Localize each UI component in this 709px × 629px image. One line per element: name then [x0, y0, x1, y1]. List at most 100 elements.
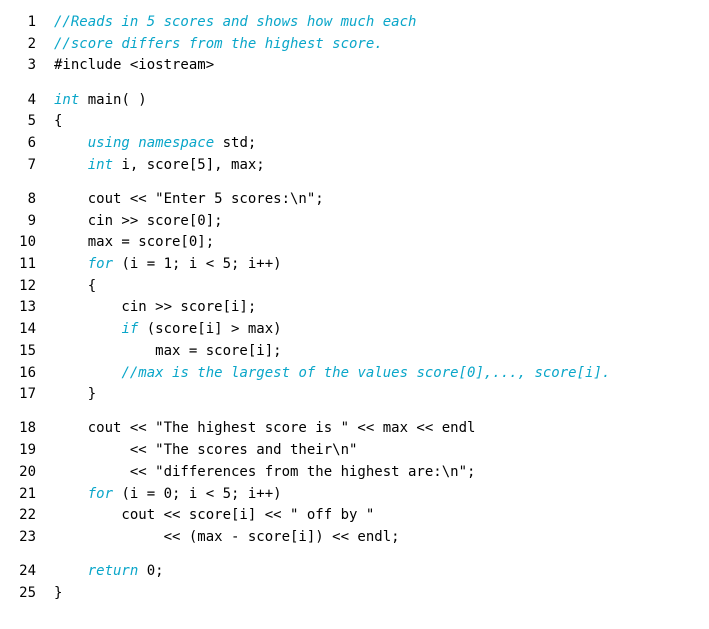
code-line: 14 if (score[i] > max) [8, 319, 701, 341]
code-text: { [54, 278, 96, 294]
code-content: max = score[i]; [54, 341, 282, 363]
code-line: 21 for (i = 0; i < 5; i++) [8, 484, 701, 506]
code-line: 22 cout << score[i] << " off by " [8, 505, 701, 527]
line-number: 1 [8, 12, 54, 34]
code-line: 2//score differs from the highest score. [8, 34, 701, 56]
line-number: 23 [8, 527, 54, 549]
keyword: int [88, 157, 113, 173]
keyword: if [121, 321, 138, 337]
code-line: 7 int i, score[5], max; [8, 155, 701, 177]
code-text: << (max - score[i]) << endl; [54, 529, 400, 545]
code-line: 4int main( ) [8, 90, 701, 112]
line-number: 12 [8, 276, 54, 298]
code-text: #include <iostream> [54, 57, 214, 73]
code-content: cout << score[i] << " off by " [54, 505, 374, 527]
code-text: (i = 0; i < 5; i++) [113, 486, 282, 502]
code-text [54, 563, 88, 579]
line-number: 6 [8, 133, 54, 155]
code-text: } [54, 585, 62, 601]
code-content: //Reads in 5 scores and shows how much e… [54, 12, 416, 34]
code-line: 8 cout << "Enter 5 scores:\n"; [8, 189, 701, 211]
line-number: 5 [8, 111, 54, 133]
code-text: } [54, 386, 96, 402]
code-listing: 1//Reads in 5 scores and shows how much … [8, 12, 701, 605]
code-line: 15 max = score[i]; [8, 341, 701, 363]
line-number: 16 [8, 363, 54, 385]
code-content: using namespace std; [54, 133, 256, 155]
code-content: << "The scores and their\n" [54, 440, 357, 462]
code-text: main( ) [79, 92, 146, 108]
comment: //Reads in 5 scores and shows how much e… [54, 14, 416, 30]
code-line: 9 cin >> score[0]; [8, 211, 701, 233]
line-number: 14 [8, 319, 54, 341]
line-number: 17 [8, 384, 54, 406]
code-content: return 0; [54, 561, 164, 583]
code-text [54, 256, 88, 272]
code-text: cin >> score[i]; [54, 299, 256, 315]
code-content: { [54, 276, 96, 298]
code-content: } [54, 384, 96, 406]
line-number: 7 [8, 155, 54, 177]
line-number: 24 [8, 561, 54, 583]
line-number: 2 [8, 34, 54, 56]
code-text: cout << score[i] << " off by " [54, 507, 374, 523]
line-number: 9 [8, 211, 54, 233]
code-line: 16 //max is the largest of the values sc… [8, 363, 701, 385]
keyword: for [88, 486, 113, 502]
line-number: 13 [8, 297, 54, 319]
code-text [54, 365, 121, 381]
code-text: { [54, 113, 62, 129]
line-number: 4 [8, 90, 54, 112]
code-text: max = score[i]; [54, 343, 282, 359]
code-content: cin >> score[i]; [54, 297, 256, 319]
code-text: << "The scores and their\n" [54, 442, 357, 458]
code-line: 25} [8, 583, 701, 605]
code-line: 12 { [8, 276, 701, 298]
line-number: 3 [8, 55, 54, 77]
code-text: 0; [138, 563, 163, 579]
line-number: 20 [8, 462, 54, 484]
code-content: << (max - score[i]) << endl; [54, 527, 400, 549]
code-content: for (i = 0; i < 5; i++) [54, 484, 282, 506]
code-content: int main( ) [54, 90, 147, 112]
code-content: //score differs from the highest score. [54, 34, 383, 56]
code-content: cout << "Enter 5 scores:\n"; [54, 189, 324, 211]
code-line: 18 cout << "The highest score is " << ma… [8, 418, 701, 440]
code-line: 1//Reads in 5 scores and shows how much … [8, 12, 701, 34]
code-line: 13 cin >> score[i]; [8, 297, 701, 319]
code-text: (score[i] > max) [138, 321, 281, 337]
line-number: 15 [8, 341, 54, 363]
code-content: int i, score[5], max; [54, 155, 265, 177]
comment: //score differs from the highest score. [54, 36, 383, 52]
code-line: 3#include <iostream> [8, 55, 701, 77]
code-content: cout << "The highest score is " << max <… [54, 418, 475, 440]
keyword: using namespace [88, 135, 214, 151]
line-number: 21 [8, 484, 54, 506]
code-content: max = score[0]; [54, 232, 214, 254]
code-text [54, 486, 88, 502]
line-number: 22 [8, 505, 54, 527]
code-text: std; [214, 135, 256, 151]
code-line: 23 << (max - score[i]) << endl; [8, 527, 701, 549]
comment: //max is the largest of the values score… [121, 365, 610, 381]
line-number: 8 [8, 189, 54, 211]
code-text [54, 135, 88, 151]
code-text: max = score[0]; [54, 234, 214, 250]
code-content: } [54, 583, 62, 605]
code-text: << "differences from the highest are:\n"… [54, 464, 475, 480]
keyword: int [54, 92, 79, 108]
code-line: 10 max = score[0]; [8, 232, 701, 254]
code-text: cin >> score[0]; [54, 213, 223, 229]
line-number: 10 [8, 232, 54, 254]
code-content: cin >> score[0]; [54, 211, 223, 233]
code-line: 19 << "The scores and their\n" [8, 440, 701, 462]
code-line: 17 } [8, 384, 701, 406]
code-line: 24 return 0; [8, 561, 701, 583]
code-line: 6 using namespace std; [8, 133, 701, 155]
code-line: 5{ [8, 111, 701, 133]
keyword: for [88, 256, 113, 272]
code-text: (i = 1; i < 5; i++) [113, 256, 282, 272]
code-content: #include <iostream> [54, 55, 214, 77]
code-text: cout << "The highest score is " << max <… [54, 420, 475, 436]
code-line: 20 << "differences from the highest are:… [8, 462, 701, 484]
